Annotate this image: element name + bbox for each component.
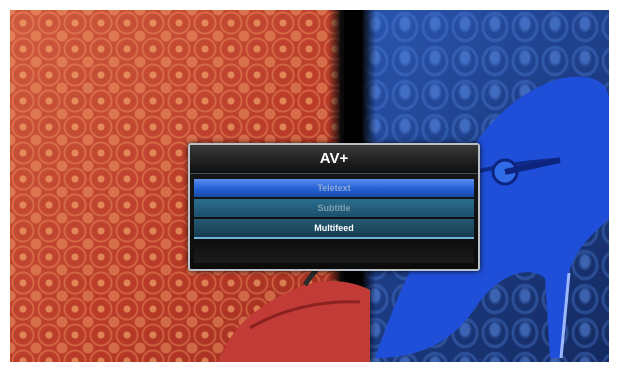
menu-title: AV+ xyxy=(190,145,478,174)
tv-screen: AV+ Teletext Subtitle Multifeed xyxy=(10,10,609,362)
menu-item-teletext[interactable]: Teletext xyxy=(194,179,474,197)
av-plus-menu: AV+ Teletext Subtitle Multifeed xyxy=(188,143,480,271)
menu-footer xyxy=(194,243,474,263)
menu-item-subtitle[interactable]: Subtitle xyxy=(194,199,474,217)
menu-item-multifeed[interactable]: Multifeed xyxy=(194,219,474,239)
